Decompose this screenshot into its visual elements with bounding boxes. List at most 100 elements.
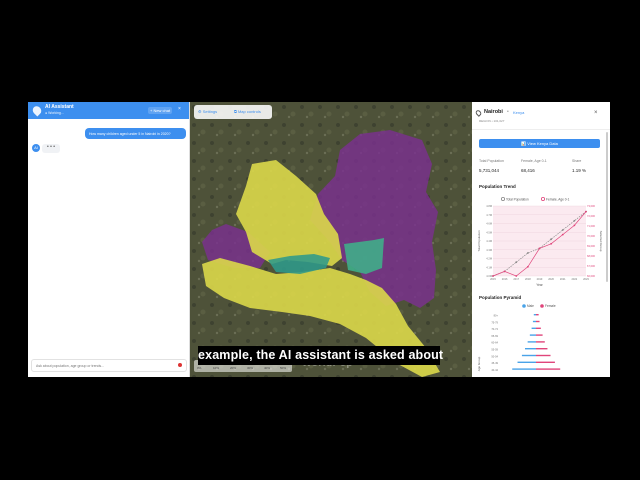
- female-bar: [536, 348, 548, 350]
- region-teal-east[interactable]: [344, 238, 384, 274]
- y2-tick-label: 68,000: [587, 254, 595, 258]
- typing-indicator: • • •: [42, 144, 60, 153]
- map-controls-button[interactable]: ⧉ Map controls: [234, 109, 261, 114]
- age-group-label: 80+: [494, 314, 499, 318]
- map-settings-button[interactable]: ⚙ Settings: [198, 109, 217, 114]
- female-bar: [536, 354, 551, 357]
- info-scrollbar[interactable]: [606, 132, 608, 282]
- app-window: AI Assistant ● Working... + New chat × H…: [28, 102, 610, 377]
- map-canvas: [190, 102, 472, 377]
- legend-entry: Male: [527, 304, 534, 308]
- male-bar: [527, 341, 536, 343]
- pyramid-title: Population Pyramid: [479, 295, 522, 300]
- legend-marker: [522, 304, 526, 308]
- y-axis-label: Age Group: [477, 356, 481, 371]
- data-point: [550, 238, 553, 241]
- age-group-label: 65-69: [491, 334, 498, 338]
- age-group-label: 55-59: [491, 348, 498, 352]
- y2-tick-label: 71,000: [587, 224, 595, 228]
- y-tick-label: 4.2M: [486, 257, 492, 261]
- data-point: [492, 275, 494, 277]
- legend-tick: 30%: [247, 366, 254, 370]
- male-bar: [532, 320, 536, 323]
- male-bar: [521, 354, 536, 357]
- data-point: [538, 247, 541, 250]
- info-close-button[interactable]: ×: [594, 110, 598, 116]
- region-type: REGION • 101,027: [479, 119, 505, 123]
- y-tick-label: 4.3M: [486, 248, 492, 252]
- male-bar: [533, 314, 536, 316]
- x-tick-label: 2021: [560, 277, 566, 281]
- female-bar: [536, 320, 540, 323]
- data-point: [515, 275, 518, 277]
- female-bar: [536, 334, 543, 336]
- legend-tick: 50%: [280, 366, 287, 370]
- male-bar: [517, 361, 536, 363]
- legend-entry: Female: [545, 304, 556, 308]
- video-caption: example, the AI assistant is asked about: [198, 346, 443, 365]
- population-trend-chart: Total Population Female, Age 0-14.0M4.1M4…: [477, 197, 603, 287]
- view-country-data-button[interactable]: 📊 View Kenya Data: [479, 139, 600, 148]
- legend-tick: 20%: [230, 366, 237, 370]
- female-bar: [536, 368, 561, 370]
- y2-tick-label: 72,000: [587, 214, 595, 218]
- x-tick-label: 2022: [571, 277, 577, 281]
- male-bar: [525, 348, 536, 350]
- assistant-avatar: AI: [32, 144, 40, 152]
- chat-input-row: [31, 359, 187, 372]
- region-country-link[interactable]: Kenya: [513, 110, 524, 115]
- y-axis-label: Total Population: [477, 230, 481, 252]
- region-name: Nairobi: [484, 109, 503, 115]
- y-tick-label: 4.5M: [486, 230, 492, 234]
- legend-marker: [541, 197, 546, 202]
- send-button[interactable]: [178, 363, 182, 367]
- chat-panel: AI Assistant ● Working... + New chat × H…: [28, 102, 190, 377]
- user-message: How many children aged under 5 in Nairob…: [85, 128, 186, 139]
- male-bar: [531, 327, 536, 329]
- stat-label: Female, Age 0-1: [521, 159, 547, 163]
- population-pyramid-chart: Male Female Age Group 80+ 75-79 70-74 65-69 60-…: [477, 304, 561, 372]
- location-pin-icon: [30, 104, 44, 117]
- data-point: [561, 233, 564, 236]
- data-point: [585, 210, 587, 213]
- y-tick-label: 4.1M: [486, 265, 492, 269]
- y2-tick-label: 73,000: [587, 204, 595, 208]
- age-group-label: 70-74: [491, 327, 498, 331]
- map-toolbar: ⚙ Settings ⧉ Map controls: [194, 105, 272, 119]
- data-point: [550, 242, 553, 245]
- info-header: Nairobi • Kenya REGION • 101,027 ×: [472, 102, 610, 130]
- male-bar: [529, 334, 536, 336]
- map-view[interactable]: ⚙ Settings ⧉ Map controls 0% 10% 20% 30%…: [190, 102, 472, 377]
- stat-value: 1.19 %: [572, 168, 587, 173]
- y-tick-label: 4.4M: [486, 239, 492, 243]
- x-axis-label: Year: [536, 283, 543, 287]
- female-bar: [536, 314, 539, 316]
- female-bar: [536, 327, 541, 329]
- female-bar: [536, 361, 555, 363]
- male-bar: [512, 368, 536, 370]
- y-tick-label: 4.8M: [486, 204, 492, 208]
- stat-label: Total Population: [479, 159, 504, 163]
- stat-label: Share: [572, 159, 582, 163]
- y2-tick-label: 69,000: [587, 244, 595, 248]
- x-tick-label: 2020: [548, 277, 554, 281]
- trend-title: Population Trend: [479, 184, 516, 189]
- age-group-label: 60-64: [491, 341, 498, 345]
- chat-input[interactable]: [32, 360, 172, 371]
- age-group-label: 50-54: [491, 354, 498, 358]
- data-point: [515, 261, 518, 264]
- region-info-panel: Nairobi • Kenya REGION • 101,027 × 📊 Vie…: [472, 102, 610, 377]
- data-point: [503, 270, 506, 273]
- x-tick-label: 2019: [537, 277, 543, 281]
- legend-entry: Total Population: [506, 197, 529, 201]
- x-tick-label: 2015: [490, 277, 496, 281]
- chat-close-button[interactable]: ×: [178, 106, 181, 112]
- data-point: [561, 229, 564, 231]
- new-chat-button[interactable]: + New chat: [148, 107, 173, 114]
- data-point: [573, 224, 576, 227]
- x-tick-label: 2023: [583, 277, 589, 281]
- data-point: [526, 265, 529, 268]
- y-tick-label: 4.6M: [486, 222, 492, 226]
- legend-tick: 10%: [213, 366, 220, 370]
- age-group-label: 40-44: [491, 368, 498, 372]
